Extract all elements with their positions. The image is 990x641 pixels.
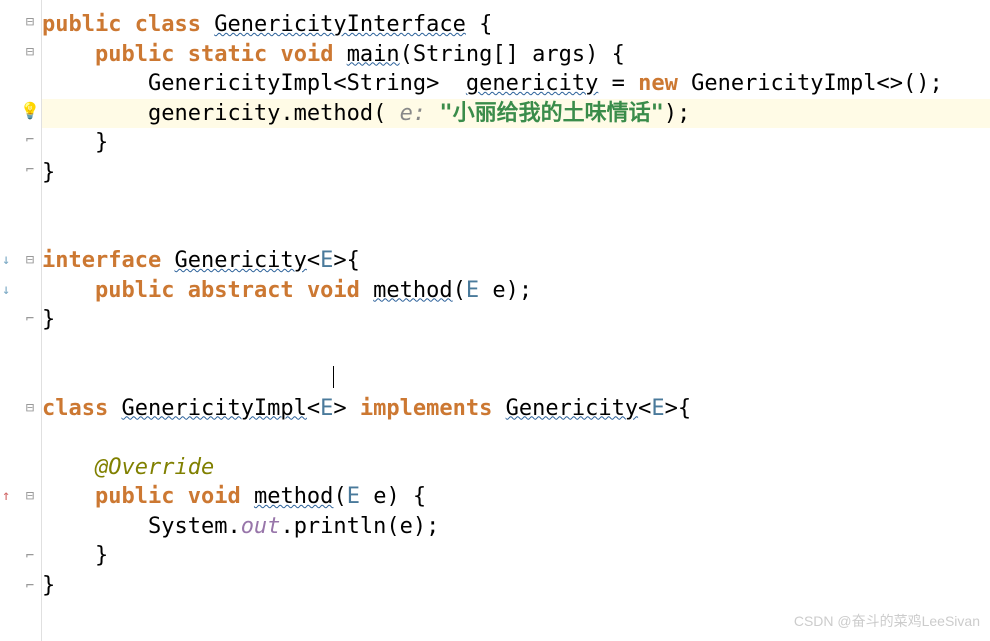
code-area[interactable]: public class GenericityInterface { publi…: [42, 0, 990, 641]
code-line[interactable]: [42, 217, 990, 247]
code-line[interactable]: }: [42, 158, 990, 188]
code-line-highlighted[interactable]: genericity.method( e: "小丽给我的土味情话");: [42, 99, 990, 129]
code-editor: ⊟ ⊟ 💡 ⌐ ⌐ ↓ ⊟ ↓ ⌐ ⊟ ↑ ⊟ ⌐ ⌐ public class…: [0, 0, 990, 641]
fold-end-icon[interactable]: ⌐: [22, 548, 38, 564]
code-line[interactable]: [42, 335, 990, 365]
code-line[interactable]: interface Genericity<E>{: [42, 246, 990, 276]
code-line[interactable]: public static void main(String[] args) {: [42, 40, 990, 70]
code-line[interactable]: [42, 423, 990, 453]
gutter: ⊟ ⊟ 💡 ⌐ ⌐ ↓ ⊟ ↓ ⌐ ⊟ ↑ ⊟ ⌐ ⌐: [0, 0, 42, 641]
code-line[interactable]: public abstract void method(E e);: [42, 276, 990, 306]
code-line[interactable]: [42, 187, 990, 217]
arrow-up-icon: ↑: [2, 488, 10, 504]
fold-icon[interactable]: ⊟: [22, 252, 38, 268]
code-line[interactable]: GenericityImpl<String> genericity = new …: [42, 69, 990, 99]
code-line[interactable]: }: [42, 571, 990, 601]
fold-icon[interactable]: ⊟: [22, 44, 38, 60]
code-line[interactable]: public class GenericityInterface {: [42, 10, 990, 40]
code-line[interactable]: }: [42, 305, 990, 335]
watermark: CSDN @奋斗的菜鸡LeeSivan: [794, 611, 980, 631]
code-line[interactable]: System.out.println(e);: [42, 512, 990, 542]
code-line[interactable]: }: [42, 541, 990, 571]
text-cursor: [333, 366, 334, 388]
code-line[interactable]: class GenericityImpl<E> implements Gener…: [42, 394, 990, 424]
arrow-down-icon: ↓: [2, 282, 10, 298]
fold-icon[interactable]: ⊟: [22, 400, 38, 416]
fold-icon[interactable]: ⊟: [22, 14, 38, 30]
fold-end-icon[interactable]: ⌐: [22, 311, 38, 327]
fold-end-icon[interactable]: ⌐: [22, 132, 38, 148]
code-line[interactable]: public void method(E e) {: [42, 482, 990, 512]
code-line[interactable]: [42, 364, 990, 394]
fold-end-icon[interactable]: ⌐: [22, 578, 38, 594]
arrow-down-icon: ↓: [2, 252, 10, 268]
code-line[interactable]: @Override: [42, 453, 990, 483]
fold-icon[interactable]: ⊟: [22, 488, 38, 504]
fold-end-icon[interactable]: ⌐: [22, 162, 38, 178]
lightbulb-icon[interactable]: 💡: [22, 102, 38, 118]
code-line[interactable]: }: [42, 128, 990, 158]
